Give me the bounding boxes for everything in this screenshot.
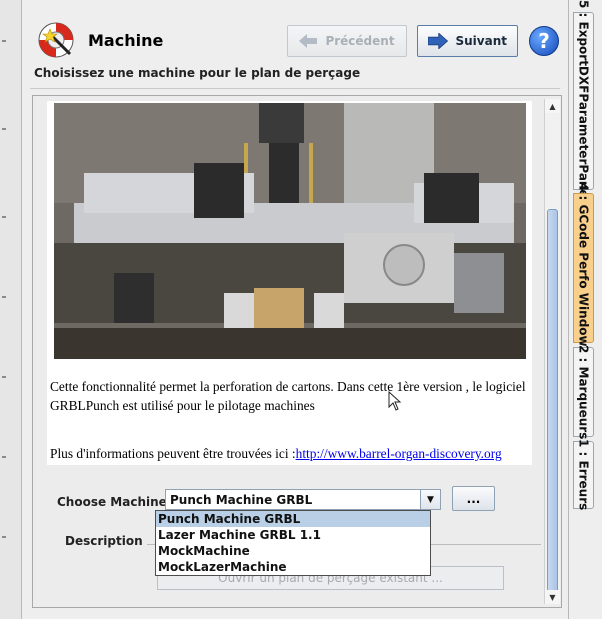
description-legend: Description — [61, 534, 147, 548]
dropdown-option[interactable]: Punch Machine GRBL — [156, 511, 430, 527]
previous-button[interactable]: Précédent — [287, 25, 407, 57]
right-tab-bar: 5 : ExportDXFParameterPanel 4 : GCode Pe… — [568, 0, 602, 619]
strip-tick — [2, 296, 6, 298]
tab-gcode-perfo[interactable]: 4 : GCode Perfo Windows — [573, 183, 594, 353]
tab-export-dxf[interactable]: 5 : ExportDXFParameterPanel — [573, 0, 594, 202]
next-button-label: Suivant — [455, 34, 508, 48]
help-icon: ? — [538, 29, 550, 53]
next-button[interactable]: Suivant — [417, 25, 518, 57]
intro-paragraph: Cette fonctionnalité permet la perforati… — [50, 377, 528, 415]
help-button[interactable]: ? — [529, 26, 559, 56]
machine-select[interactable]: Punch Machine GRBL ▼ — [165, 489, 441, 510]
strip-tick — [2, 536, 6, 538]
strip-tick — [2, 128, 6, 130]
scroll-thumb[interactable] — [547, 209, 558, 594]
machine-photo — [54, 103, 526, 359]
tab-marqueurs-label: 2 : Marqueurs — [576, 344, 591, 440]
lifebuoy-wand-icon — [38, 22, 74, 58]
dropdown-option[interactable]: Lazer Machine GRBL 1.1 — [156, 527, 430, 543]
scroll-down-icon[interactable]: ▼ — [545, 590, 560, 604]
choose-machine-label: Choose Machine : — [57, 495, 176, 509]
tab-erreurs-label: 1 : Erreurs — [576, 439, 591, 511]
strip-tick — [2, 216, 6, 218]
machine-dropdown-list[interactable]: Punch Machine GRBL Lazer Machine GRBL 1.… — [155, 510, 431, 576]
tab-erreurs[interactable]: 1 : Erreurs — [573, 439, 594, 511]
dropdown-option[interactable]: MockMachine — [156, 543, 430, 559]
strip-tick — [2, 456, 6, 458]
strip-tick — [2, 376, 6, 378]
wizard-panel: Machine Précédent Suivant ? Choisissez u… — [22, 0, 568, 619]
chevron-down-icon[interactable]: ▼ — [420, 490, 440, 509]
info-prefix: Plus d'informations peuvent être trouvée… — [50, 446, 296, 461]
description-html-pane: Cette fonctionnalité permet la perforati… — [47, 101, 532, 465]
vertical-scrollbar[interactable]: ▲ ▼ — [544, 99, 560, 604]
tab-gcode-perfo-label: 4 : GCode Perfo Windows — [576, 182, 591, 354]
dropdown-option[interactable]: MockLazerMachine — [156, 559, 430, 575]
info-link[interactable]: http://www.barrel-organ-discovery.org — [296, 446, 502, 461]
browse-machine-button[interactable]: ... — [452, 486, 495, 511]
page-title: Machine — [88, 31, 164, 50]
mouse-pointer-icon — [388, 391, 402, 411]
info-line: Plus d'informations peuvent être trouvée… — [50, 446, 530, 462]
previous-button-label: Précédent — [325, 34, 395, 48]
tab-export-dxf-label: 5 : ExportDXFParameterPanel — [576, 0, 591, 202]
header-separator — [30, 88, 560, 89]
tab-marqueurs[interactable]: 2 : Marqueurs — [573, 344, 594, 440]
intro-text: Cette fonctionnalité permet la perforati… — [50, 379, 526, 413]
arrow-right-icon — [428, 33, 448, 49]
scroll-up-icon[interactable]: ▲ — [545, 99, 560, 113]
left-panel-strip — [0, 0, 22, 619]
arrow-left-icon — [299, 34, 318, 48]
page-subtitle: Choisissez une machine pour le plan de p… — [34, 66, 361, 80]
machine-select-value: Punch Machine GRBL — [170, 492, 313, 507]
strip-tick — [2, 40, 6, 42]
